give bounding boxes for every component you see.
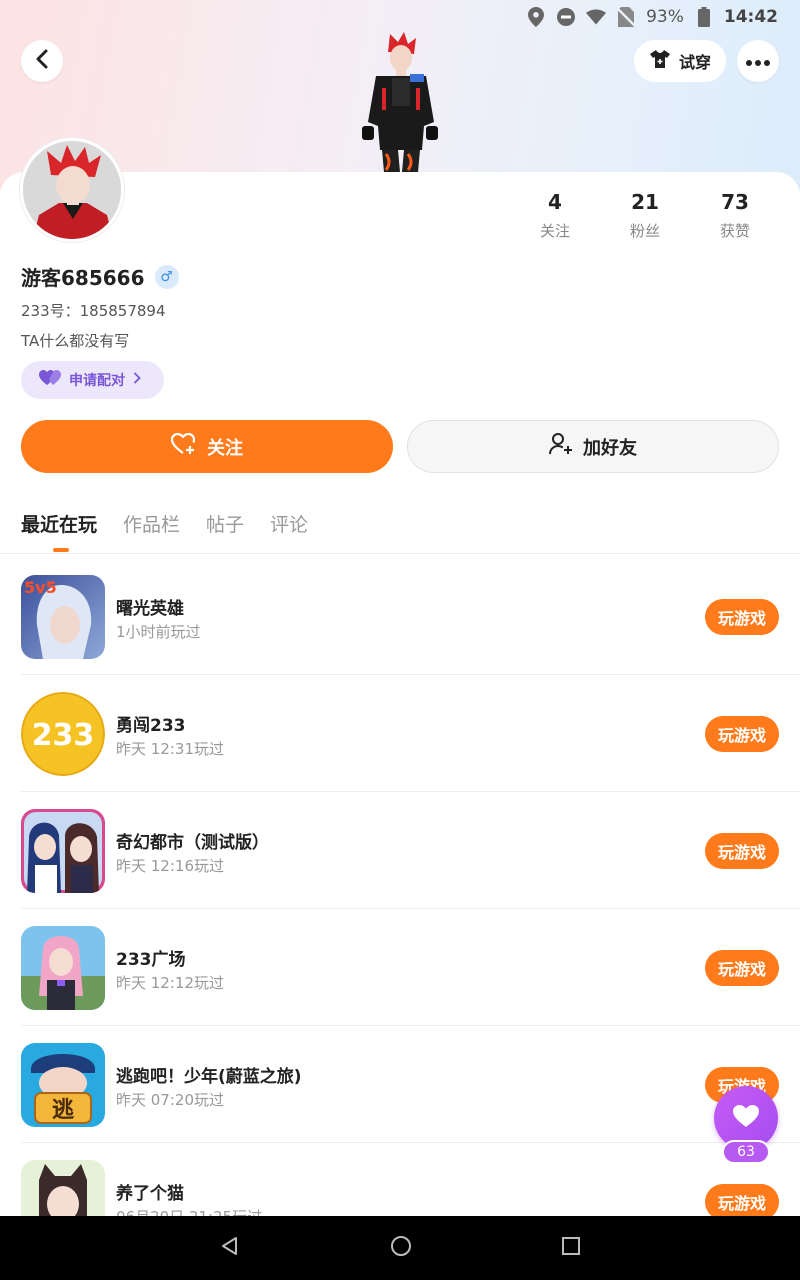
add-friend-button[interactable]: 加好友: [407, 420, 779, 473]
add-friend-label: 加好友: [583, 437, 637, 459]
clock: 14:42: [723, 7, 778, 27]
svg-text:233: 233: [32, 718, 95, 753]
shirt-icon: [649, 49, 671, 73]
last-played-time: 1小时前玩过: [116, 623, 201, 641]
user-name: 游客685666: [21, 266, 145, 290]
nav-home-icon[interactable]: [390, 1235, 412, 1261]
dnd-icon: [556, 7, 576, 27]
list-item[interactable]: 233广场 昨天 12:12玩过 玩游戏: [0, 909, 800, 1026]
user-bio: TA什么都没有写: [21, 332, 130, 350]
battery-icon: [694, 7, 714, 27]
svg-text:逃: 逃: [52, 1098, 75, 1123]
stat-number: 21: [631, 190, 659, 214]
likes-count-badge: 63: [722, 1140, 770, 1164]
list-item[interactable]: 233 勇闯233 昨天 12:31玩过 玩游戏: [0, 675, 800, 792]
last-played-time: 昨天 12:12玩过: [116, 974, 224, 992]
follow-button[interactable]: 关注: [21, 420, 393, 473]
game-title: 勇闯233: [116, 716, 186, 736]
follow-label: 关注: [207, 437, 243, 459]
system-navigation-bar: [0, 1216, 800, 1280]
apply-pair-button[interactable]: 申请配对: [21, 361, 164, 399]
play-game-button[interactable]: 玩游戏: [705, 950, 779, 986]
233-plaza-icon: [21, 926, 105, 1010]
stat-label: 关注: [539, 222, 570, 240]
divider: [0, 553, 800, 554]
name-row: 游客685666 ♂: [21, 262, 179, 291]
stat-following[interactable]: 4 关注: [510, 190, 600, 241]
tab-recent-played[interactable]: 最近在玩: [21, 510, 97, 537]
game-title: 逃跑吧！少年(蔚蓝之旅): [116, 1067, 302, 1087]
wifi-icon: [586, 7, 607, 27]
raise-cat-icon: [21, 1160, 105, 1216]
last-played-time: 06月20日 21:25玩过: [116, 1206, 262, 1216]
list-item[interactable]: 奇幻都市（测试版） 昨天 12:16玩过 玩游戏: [0, 792, 800, 909]
heart-plus-icon: [170, 432, 197, 460]
try-on-button[interactable]: 试穿: [634, 40, 726, 82]
tab-posts[interactable]: 帖子: [206, 510, 244, 537]
stat-label: 粉丝: [629, 222, 660, 240]
male-gender-icon: ♂: [154, 264, 179, 289]
chevron-right-icon: [133, 372, 141, 388]
play-game-button[interactable]: 玩游戏: [705, 599, 779, 635]
list-item[interactable]: 养了个猫 06月20日 21:25玩过 玩游戏: [0, 1143, 800, 1216]
play-game-button[interactable]: 玩游戏: [705, 833, 779, 869]
nav-recents-icon[interactable]: [562, 1237, 580, 1259]
last-played-time: 昨天 07:20玩过: [116, 1091, 224, 1109]
recent-games-list: 5v5 曙光英雄 1小时前玩过 玩游戏 233 勇闯233 昨天 12:31玩过…: [0, 558, 800, 1216]
double-heart-icon: [39, 370, 61, 390]
escape-boy-icon: 逃: [21, 1043, 105, 1127]
stat-label: 获赞: [719, 222, 750, 240]
more-dots-icon: [745, 52, 771, 71]
profile-tabs: 最近在玩 作品栏 帖子 评论: [21, 510, 308, 537]
dawn-heroes-icon: 5v5: [21, 575, 105, 659]
stat-number: 4: [548, 190, 562, 214]
game-title: 曙光英雄: [116, 599, 184, 619]
avatar-3d-character[interactable]: [354, 30, 446, 172]
fantasy-city-icon: [21, 809, 105, 893]
game-title: 233广场: [116, 950, 186, 970]
back-arrow-icon: [34, 49, 50, 73]
location-icon: [526, 7, 546, 27]
no-sim-icon: [616, 7, 636, 27]
play-game-button[interactable]: 玩游戏: [705, 716, 779, 752]
tab-comments[interactable]: 评论: [270, 510, 308, 537]
avatar[interactable]: [20, 138, 124, 242]
last-played-time: 昨天 12:16玩过: [116, 857, 224, 875]
more-button[interactable]: [737, 40, 779, 82]
last-played-time: 昨天 12:31玩过: [116, 740, 224, 758]
tab-works[interactable]: 作品栏: [123, 510, 180, 537]
person-add-icon: [549, 433, 573, 460]
try-on-label: 试穿: [678, 53, 711, 72]
stat-fans[interactable]: 21 粉丝: [600, 190, 690, 241]
play-game-button[interactable]: 玩游戏: [705, 1184, 779, 1216]
stat-number: 73: [721, 190, 749, 214]
nav-back-icon[interactable]: [220, 1236, 240, 1260]
active-tab-indicator: [53, 548, 69, 552]
list-item[interactable]: 5v5 曙光英雄 1小时前玩过 玩游戏: [0, 558, 800, 675]
svg-text:5v5: 5v5: [24, 578, 57, 597]
stat-likes[interactable]: 73 获赞: [690, 190, 780, 241]
battery-percent: 93%: [646, 7, 684, 27]
list-item[interactable]: 逃 逃跑吧！少年(蔚蓝之旅) 昨天 07:20玩过 玩游戏: [0, 1026, 800, 1143]
stats-row: 4 关注 21 粉丝 73 获赞: [510, 190, 780, 241]
apply-pair-label: 申请配对: [69, 373, 125, 389]
user-id: 233号：185857894: [21, 302, 166, 320]
heart-icon: [732, 1104, 760, 1132]
status-bar: 93% 14:42: [526, 0, 800, 34]
233-logo-icon: 233: [21, 692, 105, 776]
back-button[interactable]: [21, 40, 63, 82]
game-title: 养了个猫: [116, 1184, 184, 1204]
game-title: 奇幻都市（测试版）: [116, 833, 269, 853]
